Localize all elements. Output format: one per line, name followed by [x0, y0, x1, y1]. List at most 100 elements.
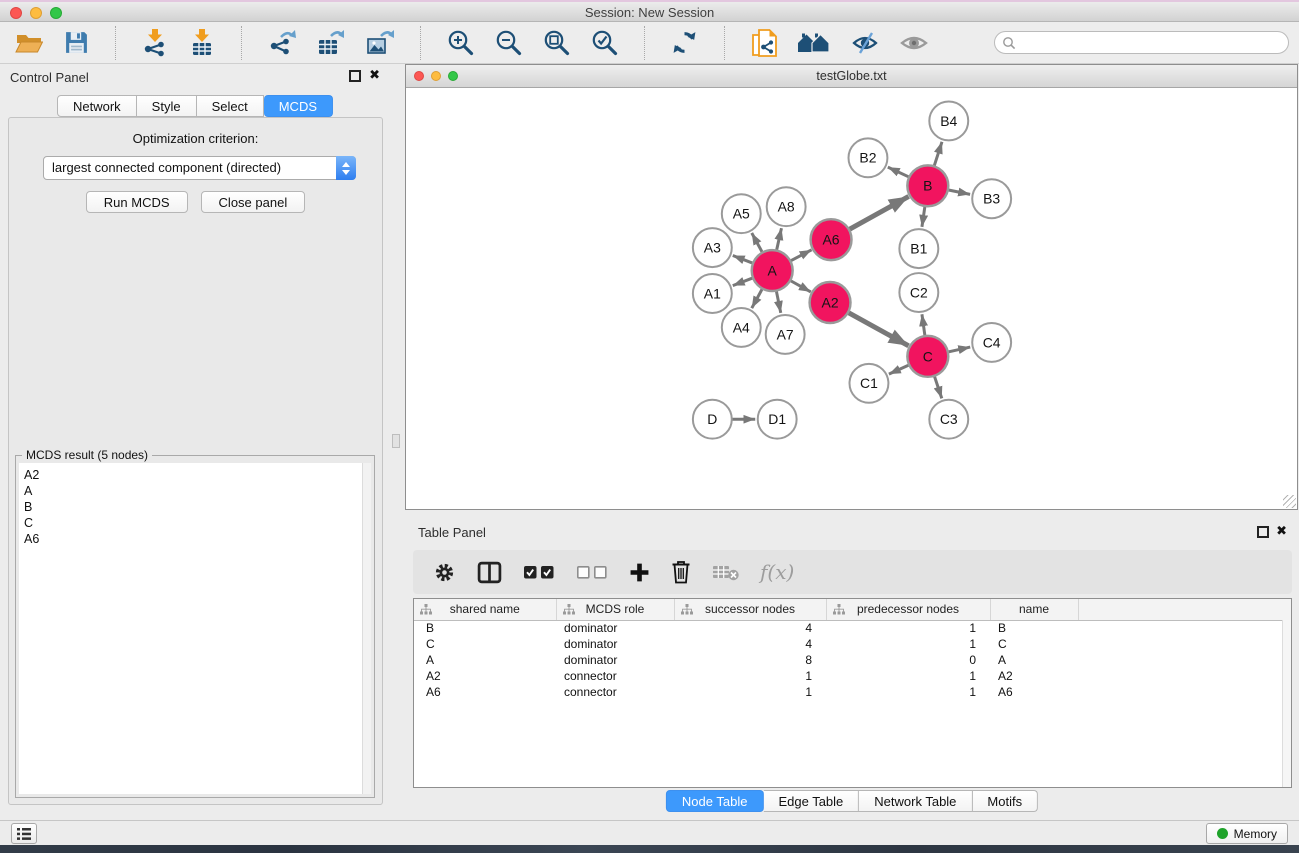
graph-node-A6[interactable]: A6 [811, 219, 852, 260]
table-tab-motifs[interactable]: Motifs [972, 790, 1038, 812]
table-cell[interactable]: 1 [826, 684, 990, 700]
column-header-shared-name[interactable]: shared name [414, 599, 556, 620]
table-cell[interactable]: C [990, 636, 1078, 652]
graph-node-A1[interactable]: A1 [693, 274, 732, 313]
graph-node-D1[interactable]: D1 [758, 400, 797, 439]
table-cell[interactable]: 0 [826, 652, 990, 668]
import-network-icon[interactable] [139, 28, 171, 58]
table-cell[interactable]: dominator [556, 636, 674, 652]
run-mcds-button[interactable]: Run MCDS [86, 191, 188, 213]
select-stepper-icon[interactable] [336, 156, 356, 180]
home-icon[interactable] [795, 30, 833, 56]
zoom-fit-icon[interactable] [540, 28, 573, 57]
import-table-icon[interactable] [186, 28, 218, 58]
export-table-icon[interactable] [314, 29, 348, 57]
graph-node-B[interactable]: B [907, 165, 948, 206]
graph-edge-B-B3[interactable] [945, 189, 970, 194]
mcds-result-item[interactable]: A2 [19, 467, 371, 483]
tab-network[interactable]: Network [57, 95, 137, 117]
graph-node-B4[interactable]: B4 [929, 101, 968, 140]
close-panel-button[interactable]: Close panel [201, 191, 306, 213]
table-cell[interactable]: 4 [674, 620, 826, 636]
select-all-rows-icon[interactable] [523, 564, 555, 580]
zoom-in-icon[interactable] [444, 28, 477, 57]
graph-edge-B-B4[interactable] [933, 142, 942, 169]
table-cell[interactable]: A [414, 652, 556, 668]
table-row[interactable]: Bdominator41B [414, 620, 1291, 636]
graph-node-C4[interactable]: C4 [972, 323, 1011, 362]
graph-edge-C-C3[interactable] [934, 373, 942, 398]
graph-edge-A6-B[interactable] [847, 196, 909, 230]
column-header-successor-nodes[interactable]: successor nodes [674, 599, 826, 620]
table-cell[interactable]: dominator [556, 620, 674, 636]
panel-divider[interactable] [390, 64, 405, 820]
table-tab-network-table[interactable]: Network Table [859, 790, 972, 812]
function-builder-icon[interactable]: f(x) [760, 560, 794, 584]
tab-select[interactable]: Select [197, 95, 264, 117]
graph-edge-A-A7[interactable] [776, 288, 781, 313]
criterion-select[interactable]: largest connected component (directed) [43, 156, 356, 180]
table-cell[interactable]: 1 [674, 668, 826, 684]
table-cell[interactable]: 4 [674, 636, 826, 652]
graph-node-A5[interactable]: A5 [722, 194, 761, 233]
graph-node-A4[interactable]: A4 [722, 308, 761, 347]
network-canvas[interactable]: B4B2BB3A8A5A6B1A3AC2A1A2A4A7C4CC1C3DD1 [406, 89, 1297, 509]
table-cell[interactable]: C [414, 636, 556, 652]
export-image-icon[interactable] [363, 29, 397, 57]
table-row[interactable]: Cdominator41C [414, 636, 1291, 652]
graph-node-B2[interactable]: B2 [849, 138, 888, 177]
column-header-mcds-role[interactable]: MCDS role [556, 599, 674, 620]
graph-edge-C-C4[interactable] [945, 347, 970, 352]
table-cell[interactable]: 8 [674, 652, 826, 668]
graph-node-B3[interactable]: B3 [972, 179, 1011, 218]
table-cell[interactable]: A2 [414, 668, 556, 684]
table-cell[interactable]: connector [556, 668, 674, 684]
tab-mcds[interactable]: MCDS [264, 95, 333, 117]
tab-style[interactable]: Style [137, 95, 197, 117]
column-header-name[interactable]: name [990, 599, 1078, 620]
graph-node-C1[interactable]: C1 [850, 364, 889, 403]
table-cell[interactable]: 1 [826, 668, 990, 684]
graph-node-A7[interactable]: A7 [766, 315, 805, 354]
table-cell[interactable]: dominator [556, 652, 674, 668]
table-close-panel-icon[interactable]: ✖ [1276, 524, 1287, 538]
graph-node-A3[interactable]: A3 [693, 228, 732, 267]
float-panel-icon[interactable] [349, 70, 361, 82]
delete-columns-icon[interactable] [671, 560, 691, 584]
table-tab-edge-table[interactable]: Edge Table [763, 790, 859, 812]
mcds-result-item[interactable]: C [19, 515, 371, 531]
table-tab-node-table[interactable]: Node Table [666, 790, 764, 812]
graph-edge-C-C1[interactable] [889, 364, 912, 374]
divider-grip[interactable] [392, 434, 400, 448]
column-header-predecessor-nodes[interactable]: predecessor nodes [826, 599, 990, 620]
window-resize-grip[interactable] [1283, 495, 1296, 508]
table-row[interactable]: A2connector11A2 [414, 668, 1291, 684]
graph-node-C[interactable]: C [907, 336, 948, 377]
table-row[interactable]: Adominator80A [414, 652, 1291, 668]
table-scrollbar[interactable] [1282, 620, 1291, 787]
table-cell[interactable]: B [990, 620, 1078, 636]
graph-node-A2[interactable]: A2 [810, 282, 851, 323]
mcds-result-item[interactable]: A6 [19, 531, 371, 547]
birds-eye-view-icon[interactable] [897, 31, 931, 55]
graph-node-B1[interactable]: B1 [899, 229, 938, 268]
table-cell[interactable]: 1 [826, 620, 990, 636]
table-cell[interactable]: B [414, 620, 556, 636]
graph-edge-B-B2[interactable] [888, 167, 912, 178]
graph-node-C2[interactable]: C2 [899, 273, 938, 312]
graph-node-A[interactable]: A [752, 250, 793, 291]
table-float-panel-icon[interactable] [1257, 526, 1269, 538]
graph-edge-A-A8[interactable] [776, 228, 781, 253]
mcds-result-item[interactable]: B [19, 499, 371, 515]
table-cell[interactable]: 1 [674, 684, 826, 700]
result-list-scrollbar[interactable] [362, 463, 371, 794]
graph-node-A8[interactable]: A8 [767, 187, 806, 226]
table-cell[interactable]: A6 [414, 684, 556, 700]
add-column-icon[interactable] [629, 562, 650, 583]
table-cell[interactable]: A6 [990, 684, 1078, 700]
save-session-icon[interactable] [61, 29, 92, 56]
table-row[interactable]: A6connector11A6 [414, 684, 1291, 700]
graph-node-C3[interactable]: C3 [929, 400, 968, 439]
graph-edge-A-A6[interactable] [788, 250, 812, 262]
zoom-out-icon[interactable] [492, 28, 525, 57]
